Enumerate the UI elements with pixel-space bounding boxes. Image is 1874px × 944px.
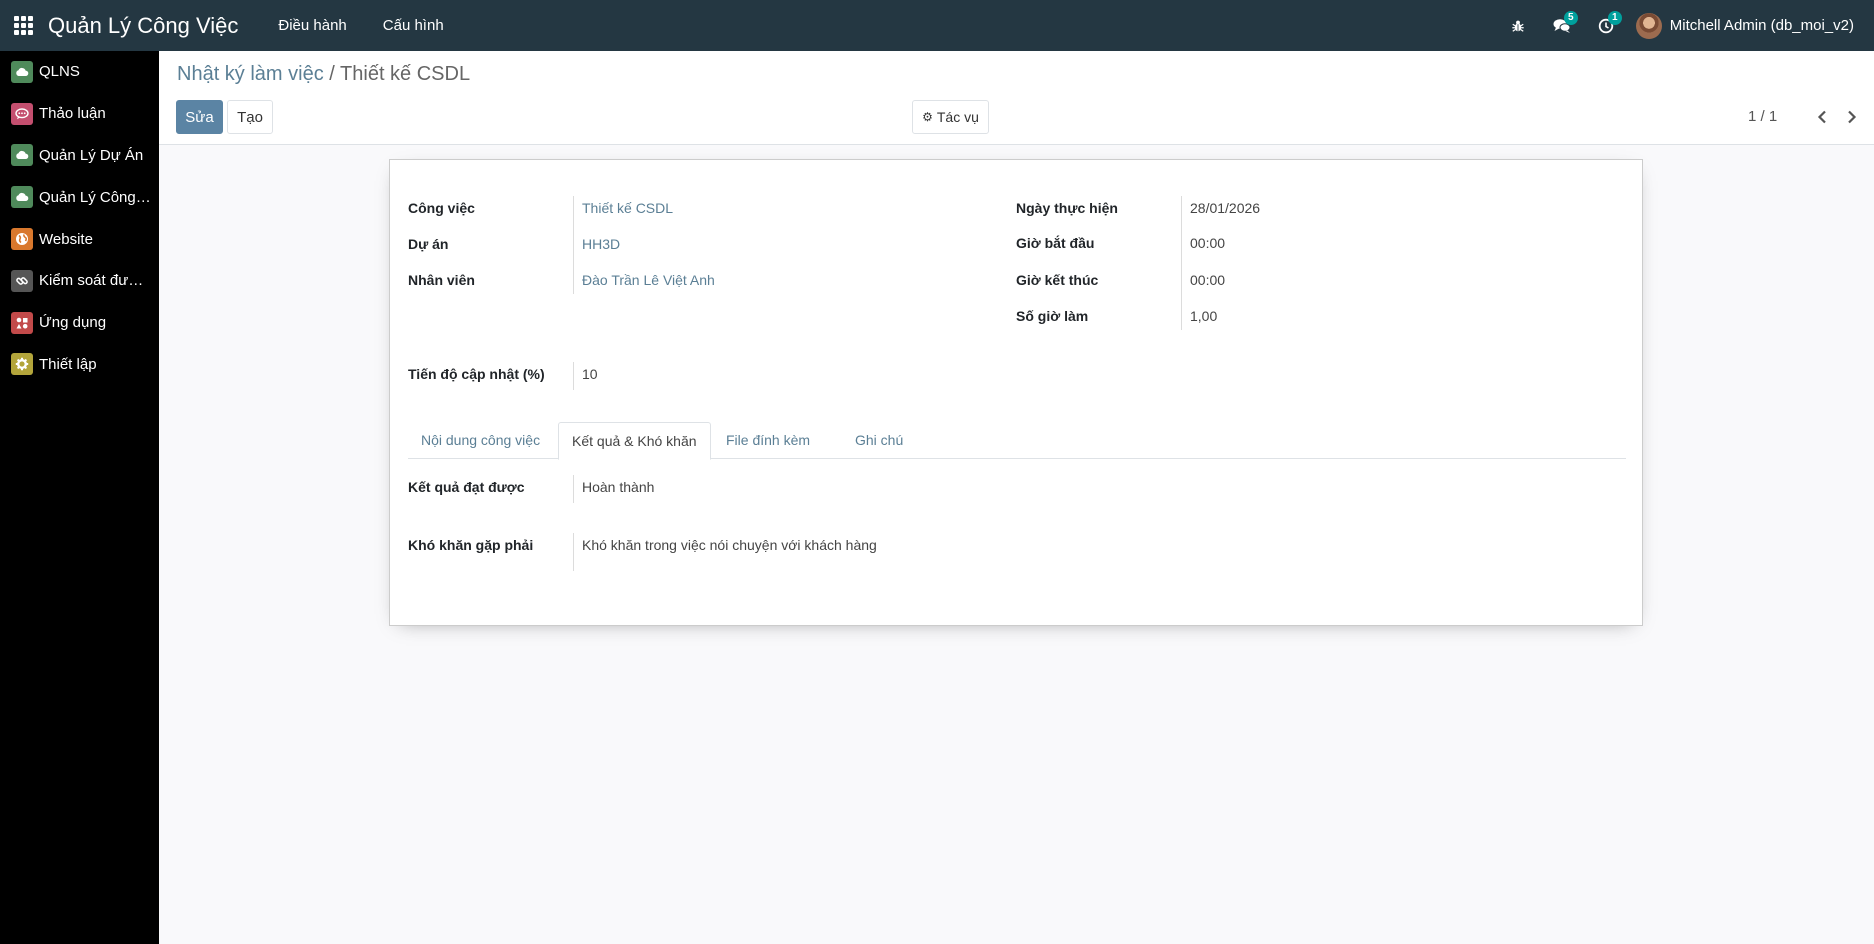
tien-do-value: 10 [582, 366, 598, 382]
sidebar-item-kiem-soat-duong-dan[interactable]: Kiểm soát đường dẫn [0, 260, 159, 302]
chat-icon [11, 102, 33, 125]
chevron-right-icon [1848, 110, 1857, 124]
breadcrumb-current: Thiết kế CSDL [340, 63, 471, 85]
ket-qua-label: Kết quả đạt được [408, 479, 525, 495]
cong-viec-label: Công việc [408, 200, 475, 216]
so-gio-lam-value: 1,00 [1190, 308, 1218, 324]
nhan-vien-label: Nhân viên [408, 272, 475, 288]
sidebar-item-label: Ứng dụng [39, 314, 107, 332]
pager-next-button[interactable] [1839, 100, 1865, 134]
gio-ket-thuc-label: Giờ kết thúc [1016, 272, 1099, 288]
cong-viec-link[interactable]: Thiết kế CSDL [582, 200, 673, 216]
sidebar-item-website[interactable]: Website [0, 218, 159, 260]
apps-icon [11, 311, 33, 334]
kho-khan-value: Khó khăn trong việc nói chuyện với khách… [582, 537, 877, 553]
sidebar-item-quan-ly-cong-viec[interactable]: Quản Lý Công Việc [0, 176, 159, 218]
breadcrumb-parent-link[interactable]: Nhật ký làm việc [177, 63, 324, 85]
menu-dieu-hanh[interactable]: Điều hành [260, 0, 364, 51]
action-button-label: Tác vụ [936, 109, 979, 125]
gio-ket-thuc-value: 00:00 [1190, 272, 1226, 288]
messages-menu-button[interactable]: 5 [1540, 0, 1584, 51]
progress-divider [573, 362, 574, 390]
cloud-icon [11, 144, 33, 167]
create-button[interactable]: Tạo [227, 100, 273, 134]
sidebar-item-label: Kiểm soát đường dẫn [39, 272, 151, 290]
user-name: Mitchell Admin (db_moi_v2) [1669, 17, 1854, 34]
avatar [1635, 12, 1662, 39]
edit-button[interactable]: Sửa [176, 100, 223, 134]
globe-icon [11, 228, 33, 251]
tab-ket-qua-kho-khan[interactable]: Kết quả & Khó khăn [558, 422, 711, 460]
tab-noi-dung-cong-viec[interactable]: Nội dung công việc [408, 422, 553, 459]
du-an-label: Dự án [408, 236, 449, 252]
form-sheet: Công việc Thiết kế CSDL Dự án HH3D Nhân … [389, 159, 1643, 626]
ngay-thuc-hien-value: 28/01/2026 [1190, 200, 1261, 216]
link-icon [11, 269, 33, 292]
sidebar-item-label: Website [39, 230, 93, 248]
ket-qua-divider [573, 475, 574, 503]
activities-menu-button[interactable]: 1 [1584, 0, 1628, 51]
breadcrumb-separator: / [323, 63, 341, 85]
breadcrumb: Nhật ký làm việc / Thiết kế CSDL [177, 63, 470, 86]
left-group-divider [573, 196, 574, 294]
sidebar-item-label: Thảo luận [39, 105, 106, 123]
messages-badge: 5 [1563, 11, 1578, 25]
sidebar: QLNS Thảo luận Quản Lý Dự Án Quản Lý Côn… [0, 51, 159, 944]
menu-cau-hinh[interactable]: Cấu hình [365, 0, 462, 51]
sidebar-item-qlns[interactable]: QLNS [0, 51, 159, 93]
sidebar-item-label: Quản Lý Công Việc [39, 188, 151, 206]
sidebar-item-label: Thiết lập [39, 355, 97, 373]
gio-bat-dau-label: Giờ bắt đầu [1016, 235, 1095, 251]
gear-icon [11, 353, 33, 376]
sidebar-item-thao-luan[interactable]: Thảo luận [0, 93, 159, 135]
pager-previous-button[interactable] [1809, 100, 1835, 134]
gio-bat-dau-value: 00:00 [1190, 235, 1226, 251]
app-title[interactable]: Quản Lý Công Việc [46, 13, 260, 39]
ngay-thuc-hien-label: Ngày thực hiện [1016, 200, 1118, 216]
chevron-left-icon [1817, 110, 1826, 124]
so-gio-lam-label: Số giờ làm [1016, 308, 1089, 324]
notebook-tabs: Nội dung công việc Kết quả & Khó khăn Fi… [408, 422, 1626, 460]
cloud-icon [11, 60, 33, 83]
bug-icon [1512, 20, 1524, 32]
top-navbar: Quản Lý Công Việc Điều hành Cấu hình 5 1… [0, 0, 1874, 51]
sidebar-item-quan-ly-du-an[interactable]: Quản Lý Dự Án [0, 135, 159, 177]
app-menu-button[interactable] [0, 0, 46, 51]
pager-value[interactable]: 1 / 1 [1748, 100, 1777, 134]
sidebar-item-label: QLNS [39, 63, 80, 81]
tien-do-label: Tiến độ cập nhật (%) [408, 366, 545, 382]
sidebar-item-thiet-lap[interactable]: Thiết lập [0, 344, 159, 386]
tab-ghi-chu[interactable]: Ghi chú [842, 422, 916, 459]
sidebar-item-label: Quản Lý Dự Án [39, 146, 144, 164]
nhan-vien-link[interactable]: Đào Trần Lê Việt Anh [582, 272, 715, 288]
kho-khan-divider [573, 533, 574, 571]
user-menu[interactable]: Mitchell Admin (db_moi_v2) [1628, 0, 1874, 51]
action-button[interactable]: ⚙ Tác vụ [912, 100, 989, 134]
tab-file-dinh-kem[interactable]: File đính kèm [713, 422, 823, 459]
systray: 5 1 Mitchell Admin (db_moi_v2) [1496, 0, 1874, 51]
activities-badge: 1 [1607, 11, 1622, 25]
cloud-icon [11, 186, 33, 209]
control-panel: Nhật ký làm việc / Thiết kế CSDL Sửa Tạo… [159, 51, 1874, 145]
du-an-link[interactable]: HH3D [582, 236, 620, 252]
grid-icon [13, 16, 33, 35]
ket-qua-value: Hoàn thành [582, 479, 655, 495]
debug-menu-button[interactable] [1496, 0, 1540, 51]
right-group-divider [1181, 196, 1182, 330]
gear-icon: ⚙ [922, 110, 933, 124]
kho-khan-label: Khó khăn gặp phải [408, 537, 534, 553]
sidebar-item-ung-dung[interactable]: Ứng dụng [0, 302, 159, 344]
